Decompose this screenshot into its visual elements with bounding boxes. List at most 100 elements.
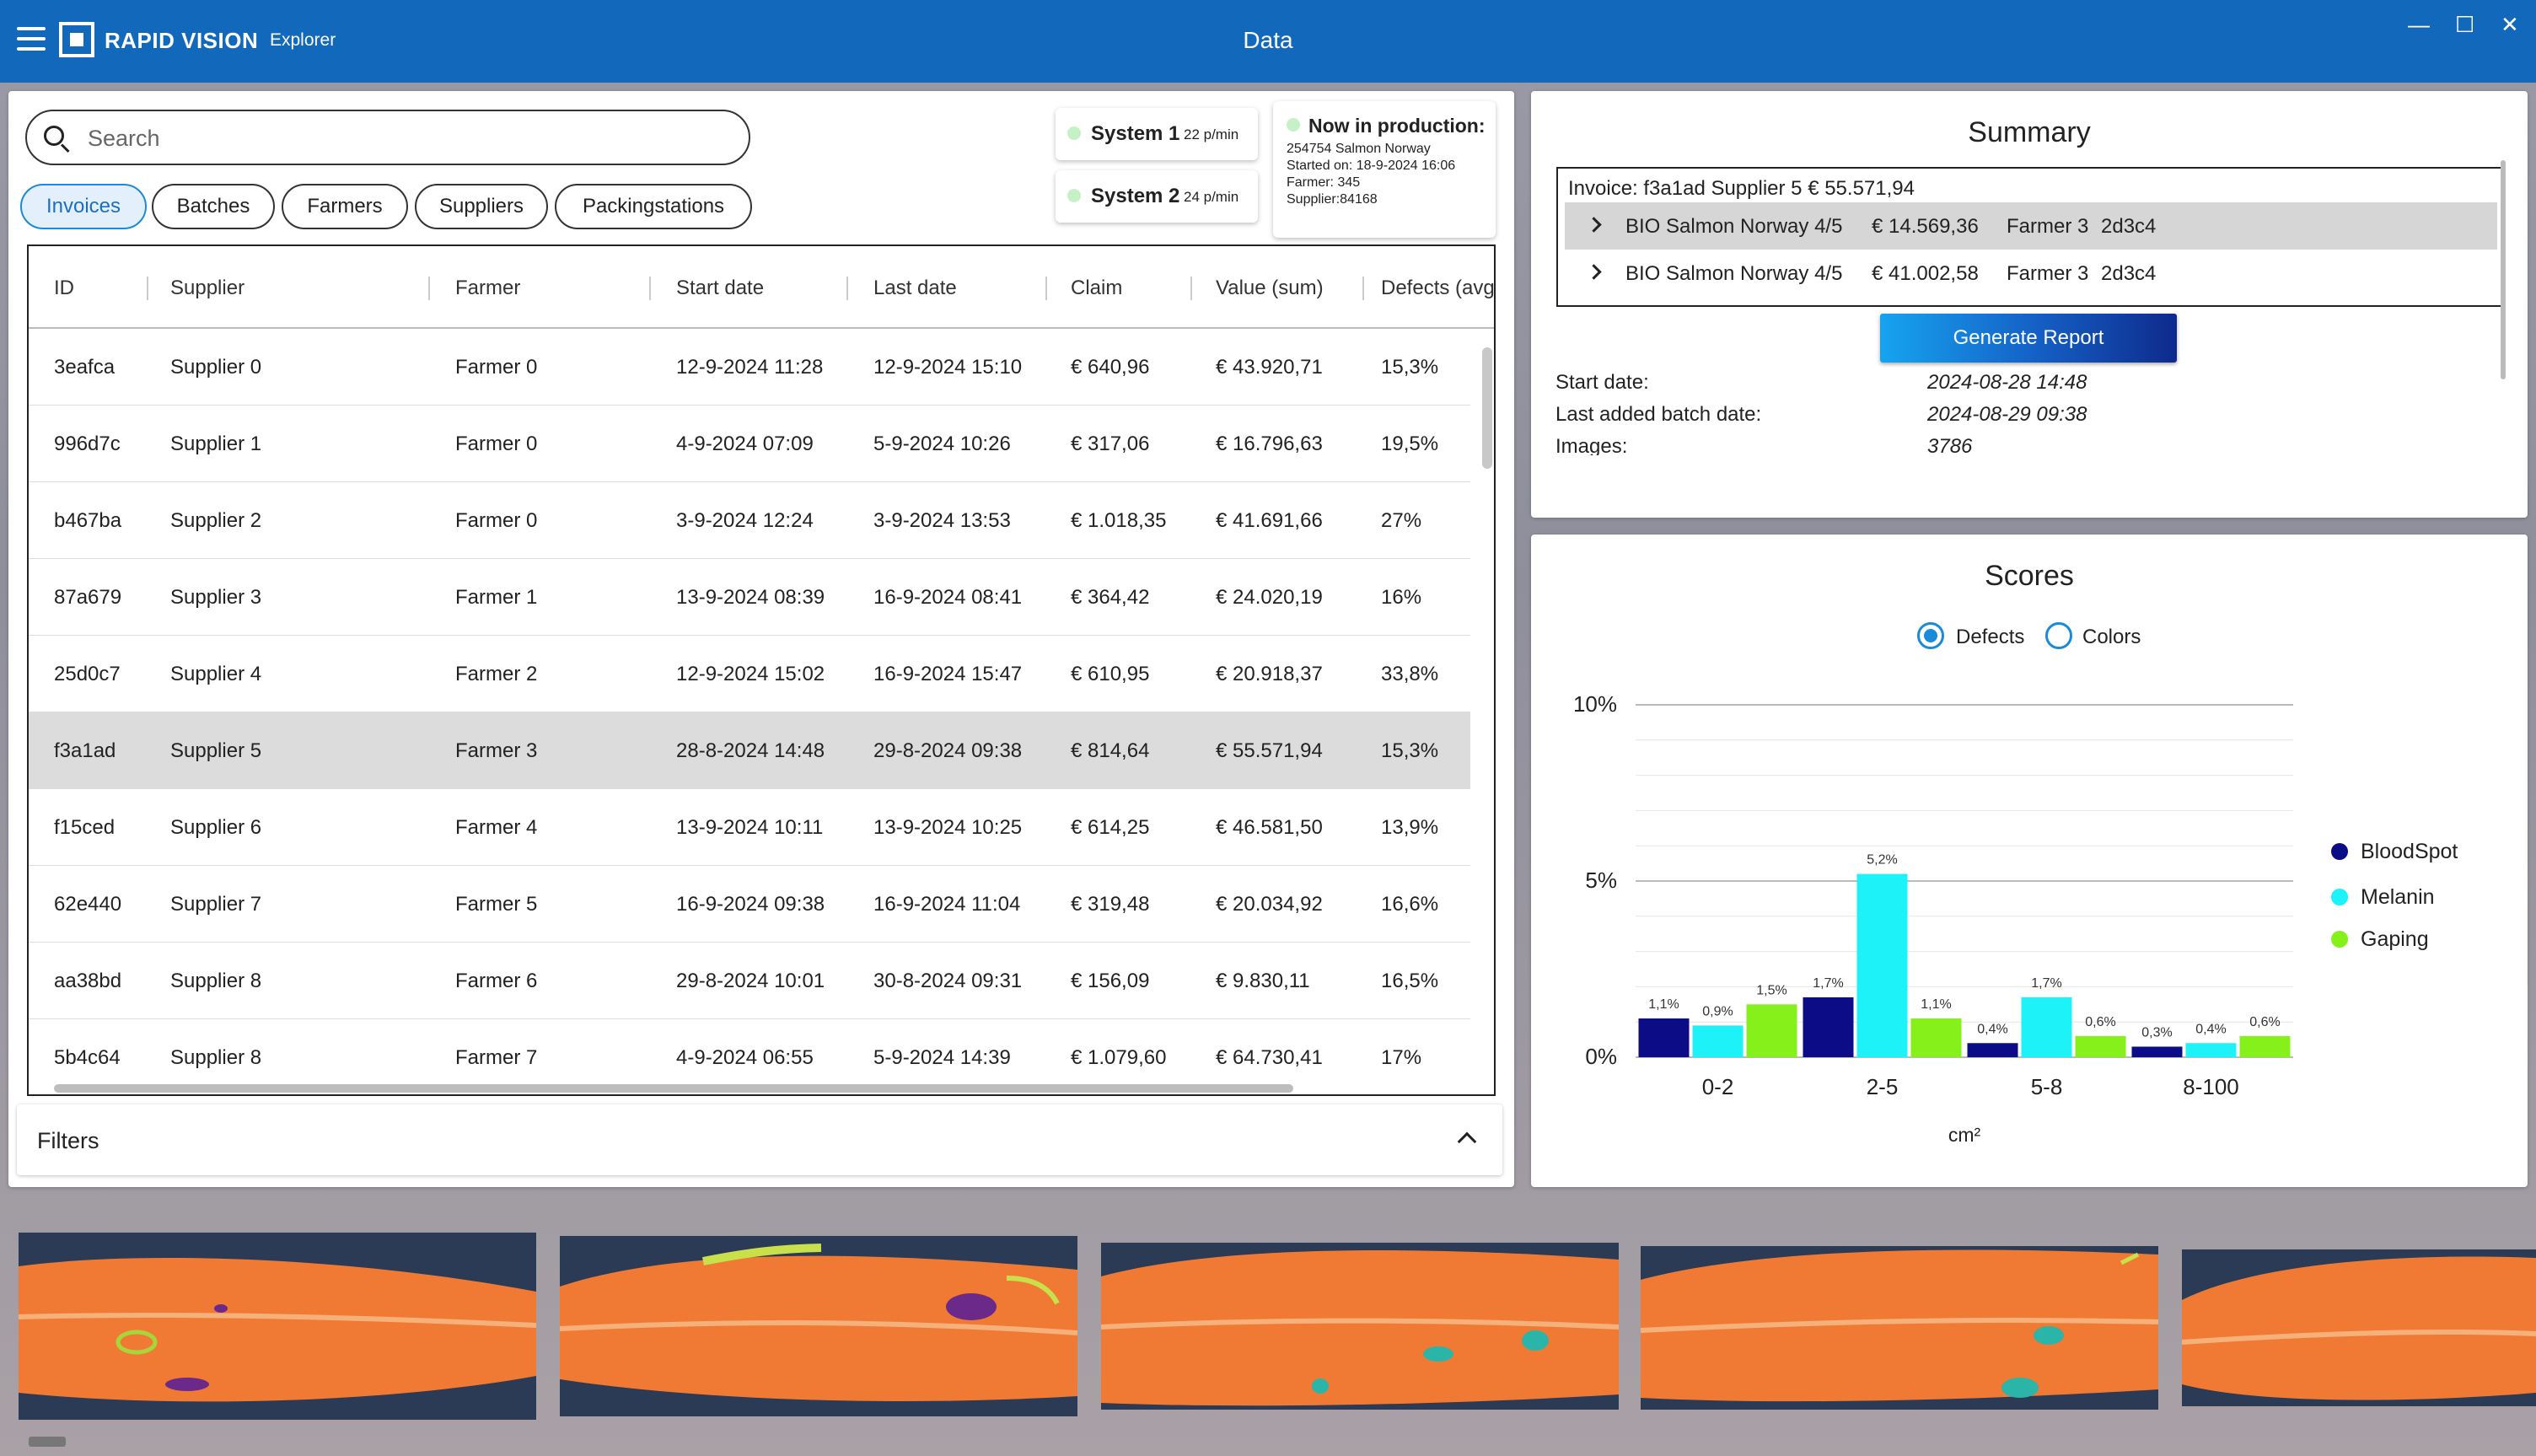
cell-start-date: 28-8-2024 14:48 xyxy=(676,739,825,762)
chevron-right-icon[interactable] xyxy=(1586,217,1602,233)
tab-packingstations[interactable]: Packingstations xyxy=(555,184,752,229)
system-card-2[interactable]: System 2 24 p/min xyxy=(1056,170,1258,223)
table-row[interactable]: 25d0c7 Supplier 4 Farmer 2 12-9-2024 15:02 1… xyxy=(29,636,1470,712)
column-header-defects[interactable]: Defects (avg xyxy=(1381,277,1494,300)
cell-value: € 41.691,66 xyxy=(1216,509,1323,532)
bar-melanin xyxy=(1692,1025,1744,1057)
x-tick-label: 5-8 xyxy=(2031,1074,2063,1099)
legend-gaping-label: Gaping xyxy=(2361,927,2429,951)
column-separator xyxy=(428,277,430,300)
close-button[interactable]: ✕ xyxy=(2501,12,2519,38)
fillet-thumbnail[interactable] xyxy=(1101,1243,1619,1410)
fillet-thumbnail[interactable] xyxy=(560,1236,1077,1416)
column-header-id[interactable]: ID xyxy=(54,277,74,300)
cell-start-date: 13-9-2024 10:11 xyxy=(676,816,824,839)
batch-farmer: Farmer 3 xyxy=(2007,215,2089,238)
cell-claim: € 1.079,60 xyxy=(1071,1046,1167,1069)
cell-supplier: Supplier 6 xyxy=(170,816,262,839)
thumbnail-scrollbar[interactable] xyxy=(29,1437,66,1447)
bar-melanin xyxy=(2185,1043,2237,1057)
cell-value: € 16.796,63 xyxy=(1216,433,1323,455)
cell-farmer: Farmer 2 xyxy=(455,663,538,685)
tab-batches[interactable]: Batches xyxy=(152,184,275,229)
window-title: Data xyxy=(1243,27,1293,53)
table-row[interactable]: 3eafca Supplier 0 Farmer 0 12-9-2024 11:28 1… xyxy=(29,329,1470,406)
table-row[interactable]: b467ba Supplier 2 Farmer 0 3-9-2024 12:24 3-… xyxy=(29,482,1470,559)
data-label: 1,1% xyxy=(1648,997,1679,1012)
status-dot xyxy=(1067,126,1081,140)
start-date-value: 2024-08-28 14:48 xyxy=(1927,371,2087,394)
bar-gaping xyxy=(2075,1035,2126,1057)
bar-melanin xyxy=(1856,873,1908,1057)
data-label: 5,2% xyxy=(1867,853,1897,868)
column-header-claim[interactable]: Claim xyxy=(1071,277,1122,300)
filters-panel[interactable]: Filters xyxy=(17,1104,1502,1175)
vertical-scrollbar[interactable] xyxy=(1482,347,1492,469)
column-header-farmer[interactable]: Farmer xyxy=(455,277,520,300)
table-row[interactable]: 996d7c Supplier 1 Farmer 0 4-9-2024 07:09 5-… xyxy=(29,406,1470,482)
defects-radio[interactable] xyxy=(1917,622,1944,649)
cell-defects: 19,5% xyxy=(1381,433,1439,455)
bar-gaping xyxy=(2239,1035,2291,1057)
cell-farmer: Farmer 5 xyxy=(455,893,538,916)
bar-bloodspot xyxy=(1967,1043,2018,1057)
cell-start-date: 12-9-2024 15:02 xyxy=(676,663,825,685)
cell-farmer: Farmer 7 xyxy=(455,1046,538,1069)
chevron-right-icon[interactable] xyxy=(1586,264,1602,280)
column-header-last-date[interactable]: Last date xyxy=(873,277,957,300)
search-input[interactable] xyxy=(88,123,728,153)
batch-id: 2d3c4 xyxy=(2101,262,2157,285)
production-card: Now in production: 254754 Salmon Norway … xyxy=(1273,101,1496,238)
cell-supplier: Supplier 2 xyxy=(170,509,262,532)
table-row[interactable]: f15ced Supplier 6 Farmer 4 13-9-2024 10:11 1… xyxy=(29,789,1470,866)
cell-last-date: 13-9-2024 10:25 xyxy=(873,816,1023,839)
cell-defects: 13,9% xyxy=(1381,816,1439,839)
production-line: 254754 Salmon Norway xyxy=(1287,142,1431,156)
salmon-image xyxy=(1101,1249,1619,1406)
cell-claim: € 640,96 xyxy=(1071,356,1150,379)
chevron-up-icon[interactable] xyxy=(1457,1131,1477,1152)
cell-start-date: 16-9-2024 09:38 xyxy=(676,893,825,916)
minimize-button[interactable]: — xyxy=(2408,12,2430,38)
batch-row[interactable]: BIO Salmon Norway 4/5 € 41.002,58 Farmer… xyxy=(1565,250,2497,297)
cell-farmer: Farmer 3 xyxy=(455,739,538,762)
system-card-1[interactable]: System 1 22 p/min xyxy=(1056,108,1258,160)
summary-scrollbar[interactable] xyxy=(2501,160,2506,379)
title-bar: RAPID VISION Explorer Data — ☐ ✕ xyxy=(0,0,2536,83)
cell-supplier: Supplier 1 xyxy=(170,433,262,455)
search-box[interactable] xyxy=(25,110,750,165)
y-tick-label: 10% xyxy=(1573,691,1617,717)
fillet-thumbnail[interactable] xyxy=(2182,1249,2536,1406)
legend-bloodspot-label: BloodSpot xyxy=(2361,840,2458,863)
cell-defects: 15,3% xyxy=(1381,739,1439,762)
column-separator xyxy=(846,277,848,300)
tab-invoices[interactable]: Invoices xyxy=(20,184,147,229)
table-row[interactable]: 87a679 Supplier 3 Farmer 1 13-9-2024 08:39 1… xyxy=(29,559,1470,636)
data-label: 0,6% xyxy=(2085,1015,2115,1029)
cell-supplier: Supplier 8 xyxy=(170,1046,262,1069)
tab-suppliers[interactable]: Suppliers xyxy=(415,184,548,229)
table-row[interactable]: f3a1ad Supplier 5 Farmer 3 28-8-2024 14:48 2… xyxy=(29,712,1470,789)
cell-id: 996d7c xyxy=(54,433,121,455)
data-label: 0,4% xyxy=(1977,1022,2007,1036)
table-row[interactable]: aa38bd Supplier 8 Farmer 6 29-8-2024 10:01 3… xyxy=(29,943,1470,1019)
colors-radio-label: Colors xyxy=(2082,626,2141,648)
horizontal-scrollbar[interactable] xyxy=(54,1084,1293,1093)
table-row[interactable]: 62e440 Supplier 7 Farmer 5 16-9-2024 09:38 1… xyxy=(29,866,1470,943)
defects-radio-label: Defects xyxy=(1956,626,2025,648)
x-tick-label: 2-5 xyxy=(1867,1074,1899,1099)
generate-report-button[interactable]: Generate Report xyxy=(1880,314,2177,363)
summary-title: Summary xyxy=(1968,116,2091,148)
column-header-value[interactable]: Value (sum) xyxy=(1216,277,1324,300)
colors-radio[interactable] xyxy=(2045,622,2072,649)
production-line: Supplier:84168 xyxy=(1287,192,1378,207)
batch-row[interactable]: BIO Salmon Norway 4/5 € 14.569,36 Farmer… xyxy=(1565,202,2497,250)
fillet-thumbnail[interactable] xyxy=(19,1233,536,1420)
tab-farmers[interactable]: Farmers xyxy=(282,184,408,229)
column-header-supplier[interactable]: Supplier xyxy=(170,277,244,300)
column-header-start-date[interactable]: Start date xyxy=(676,277,764,300)
data-label: 0,9% xyxy=(1702,1004,1733,1018)
maximize-button[interactable]: ☐ xyxy=(2455,12,2474,38)
fillet-thumbnail[interactable] xyxy=(1641,1246,2158,1410)
legend-melanin-label: Melanin xyxy=(2361,885,2435,909)
